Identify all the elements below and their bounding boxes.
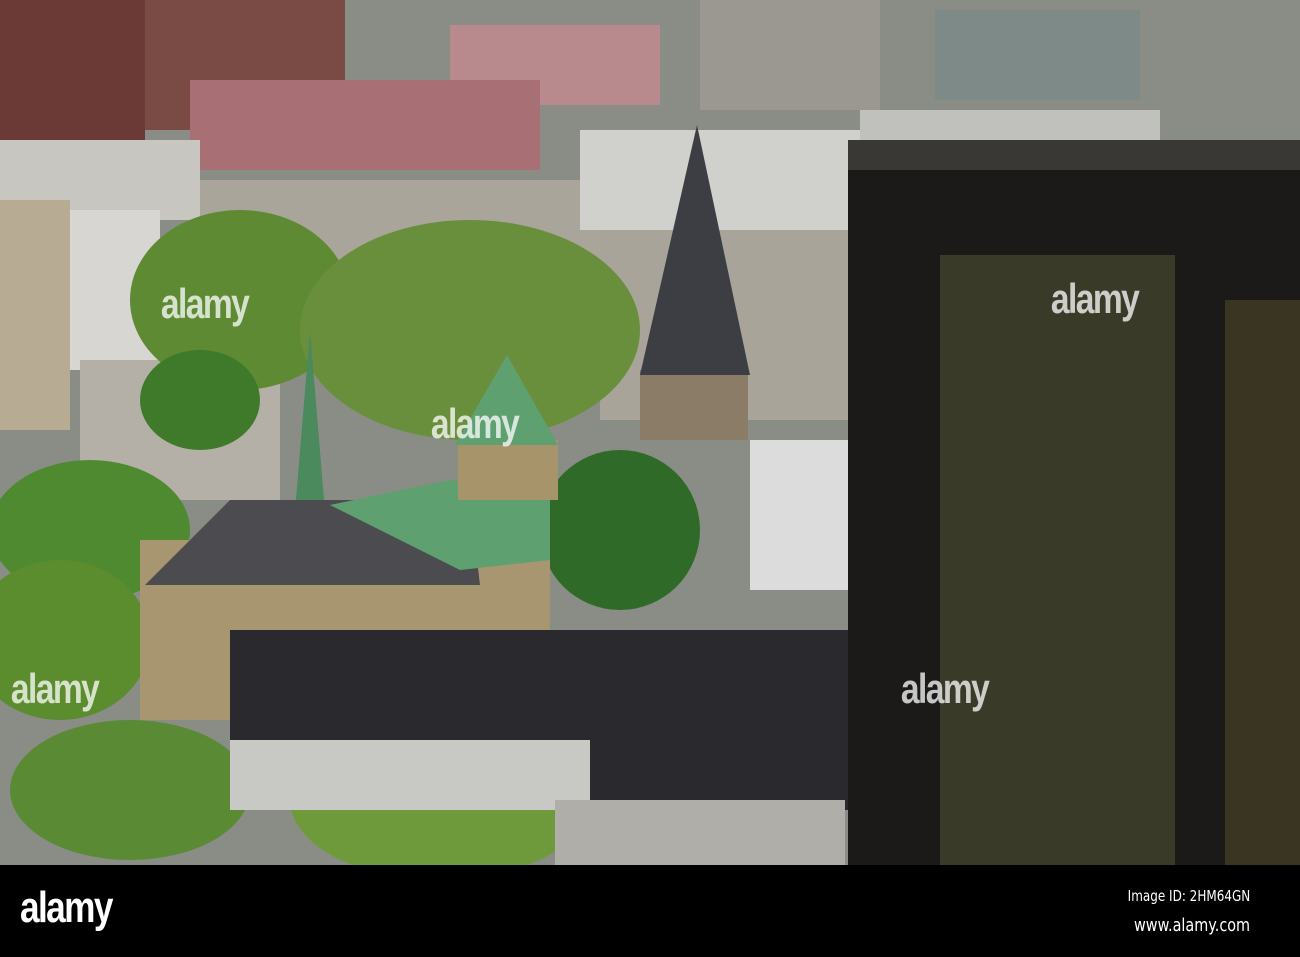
watermark: alamy <box>10 665 100 712</box>
footer-bar: alamy Image ID: 2HM64GN www.alamy.com <box>0 865 1300 957</box>
watermark: alamy <box>900 665 990 712</box>
watermark: alamy <box>160 280 250 327</box>
watermark: alamy <box>430 400 520 447</box>
site-url: www.alamy.com <box>1133 915 1250 936</box>
watermark: alamy <box>1050 275 1140 322</box>
image-id: Image ID: 2HM64GN <box>1127 887 1250 905</box>
alamy-logo: alamy <box>20 883 113 932</box>
brick-building <box>0 0 145 145</box>
aerial-city-photo <box>0 0 1300 865</box>
